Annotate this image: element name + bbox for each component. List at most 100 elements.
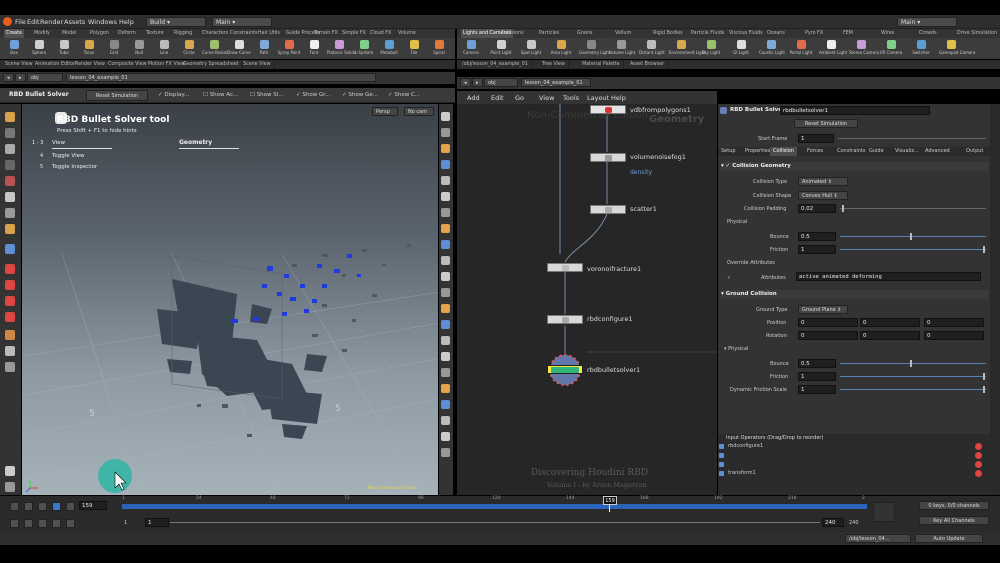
playhead-marker[interactable]: 159 (603, 496, 617, 505)
node-voronoifracture1[interactable] (547, 263, 583, 272)
bounce-field[interactable]: 0.5 (798, 232, 836, 241)
show-ge-toggle[interactable]: ✓ Show Ge... (342, 92, 378, 98)
grid-snap-icon[interactable] (5, 280, 15, 290)
display-option-icon[interactable] (441, 448, 450, 457)
shelf-tab-polygon[interactable]: Polygon (88, 29, 111, 38)
realtime-toggle[interactable] (10, 519, 19, 528)
network-menu-help[interactable]: Help (611, 94, 626, 102)
view-tool-icon[interactable] (5, 224, 15, 234)
menu-edit[interactable]: Edit (27, 18, 40, 26)
collision-type-select[interactable]: Animated ⇕ (798, 177, 848, 186)
show-ac-toggle[interactable]: ☐ Show Ac... (203, 92, 238, 98)
camera-menu[interactable]: No cam (404, 107, 434, 116)
camera-icon[interactable] (5, 346, 15, 356)
param-tab-constraints[interactable]: Constraints (834, 147, 869, 156)
position-x-field[interactable]: 0 (798, 318, 858, 327)
tool-geometry-light[interactable]: Geometry Light (579, 39, 610, 59)
rotation-x-field[interactable]: 0 (798, 331, 858, 340)
point-snap-icon[interactable] (5, 296, 15, 306)
network-menu-tools[interactable]: Tools (563, 94, 579, 102)
pane-tab-asset-browser[interactable]: Asset Browser (627, 60, 669, 69)
tool-torus[interactable]: Torus (77, 39, 101, 59)
houdini-logo-icon[interactable] (3, 17, 12, 26)
tool-curve-bezier[interactable]: Curve Bezier (202, 39, 228, 59)
obj-path[interactable]: obj (27, 73, 63, 82)
light-icon[interactable] (5, 362, 15, 372)
node-vdbfrompolygons1[interactable] (590, 105, 626, 114)
param-tab-setup[interactable]: Setup (718, 147, 739, 156)
display-option-icon[interactable] (441, 368, 450, 377)
tool-path[interactable]: Path (252, 39, 276, 59)
shelf-tab-characters[interactable]: Characters (200, 29, 230, 38)
tool-vr-camera[interactable]: VR Camera (879, 39, 903, 59)
shelf-tab-deform[interactable]: Deform (116, 29, 138, 38)
node-volumenoisefog1[interactable] (590, 153, 626, 162)
scene-icon[interactable] (5, 482, 15, 492)
display-option-icon[interactable] (441, 128, 450, 137)
flipbook-icon[interactable] (5, 466, 15, 476)
shelf-tab-cloud-fx[interactable]: Cloud FX (368, 29, 393, 38)
snap-tool-icon[interactable] (5, 244, 15, 254)
tool-tube[interactable]: Tube (52, 39, 76, 59)
tool-sky-light[interactable]: Sky Light (699, 39, 723, 59)
shelf-tab-pyro-fx[interactable]: Pyro FX (803, 29, 825, 38)
file-path[interactable]: lesson_04_example_01 (66, 73, 376, 82)
pane-tab-render-view[interactable]: Render View (72, 60, 109, 69)
persp-menu[interactable]: Persp (372, 107, 398, 116)
section-ground-collision[interactable]: ▾ Ground Collision (721, 290, 989, 299)
right-desktop-select[interactable]: Main ▾ (897, 17, 957, 27)
section-collision-geometry[interactable]: ▾ ✓ Collision Geometry (721, 162, 989, 171)
tool-null[interactable]: Null (127, 39, 151, 59)
friction-field[interactable]: 1 (798, 245, 836, 254)
rotate-tool-icon[interactable] (5, 176, 15, 186)
start-frame-field[interactable]: 1 (798, 134, 834, 143)
tool-draw-curve[interactable]: Draw Curve (227, 39, 251, 59)
network-menu-layout[interactable]: Layout (587, 94, 609, 102)
step-back-button[interactable] (24, 502, 33, 511)
display-option-icon[interactable] (441, 272, 450, 281)
menu-help[interactable]: Help (119, 18, 134, 26)
shelf-tab-hair-utils[interactable]: Hair Utils (256, 29, 282, 38)
tool-circle[interactable]: Circle (177, 39, 201, 59)
net-back-button[interactable]: ◂ (460, 78, 471, 87)
display-option-icon[interactable] (441, 256, 450, 265)
param-tab-visualiz[interactable]: Visualiz... (892, 147, 922, 156)
tool-spiral[interactable]: Spiral (427, 39, 451, 59)
remove-input-icon[interactable] (975, 443, 982, 450)
shelf-tab-rigging[interactable]: Rigging (172, 29, 194, 38)
stop-button[interactable] (38, 502, 47, 511)
tool-font[interactable]: Font (302, 39, 326, 59)
network-editor[interactable]: Non-Commercial Edition Geometry vdbfromp… (457, 104, 717, 495)
shelf-tab-fem[interactable]: FEM (841, 29, 855, 38)
current-frame-field[interactable]: 159 (79, 501, 107, 510)
key-icon[interactable] (873, 502, 895, 522)
tool-volume-light[interactable]: Volume Light (609, 39, 635, 59)
network-menu-view[interactable]: View (539, 94, 554, 102)
menu-windows[interactable]: Windows (88, 18, 117, 26)
pose-tool-icon[interactable] (5, 128, 15, 138)
scene-viewport[interactable]: RBD Bullet Solver tool Press Shift + F1 … (22, 104, 438, 495)
shelf-tab-texture[interactable]: Texture (144, 29, 166, 38)
display-option-icon[interactable] (441, 240, 450, 249)
friction2-slider[interactable] (840, 376, 986, 377)
display-option-icon[interactable] (441, 336, 450, 345)
shelf-tab-grains[interactable]: Grains (575, 29, 595, 38)
shelf-tab-drive-simulation[interactable]: Drive Simulation (955, 29, 999, 38)
tool-area-light[interactable]: Area Light (549, 39, 573, 59)
show-c-toggle[interactable]: ✓ Show C... (388, 92, 420, 98)
shelf-tab-vellum[interactable]: Vellum (613, 29, 633, 38)
build-desktop-select[interactable]: Build ▾ (146, 17, 206, 27)
tool-camera[interactable]: Camera (459, 39, 483, 59)
status-path[interactable]: /obj/lesson_04... (845, 534, 911, 543)
node-scatter1[interactable] (590, 205, 626, 214)
display-option-icon[interactable] (441, 224, 450, 233)
display-option-icon[interactable] (441, 192, 450, 201)
display-option-icon[interactable] (441, 400, 450, 409)
friction-knob[interactable] (983, 246, 985, 253)
friction2-field[interactable]: 1 (798, 372, 836, 381)
shelf-tab-simple-fx[interactable]: Simple FX (340, 29, 368, 38)
network-menu-add[interactable]: Add (467, 94, 480, 102)
attributes-check[interactable]: ✓ (727, 275, 731, 281)
frame-settings-button[interactable] (52, 519, 61, 528)
bounce-slider[interactable] (840, 236, 986, 237)
